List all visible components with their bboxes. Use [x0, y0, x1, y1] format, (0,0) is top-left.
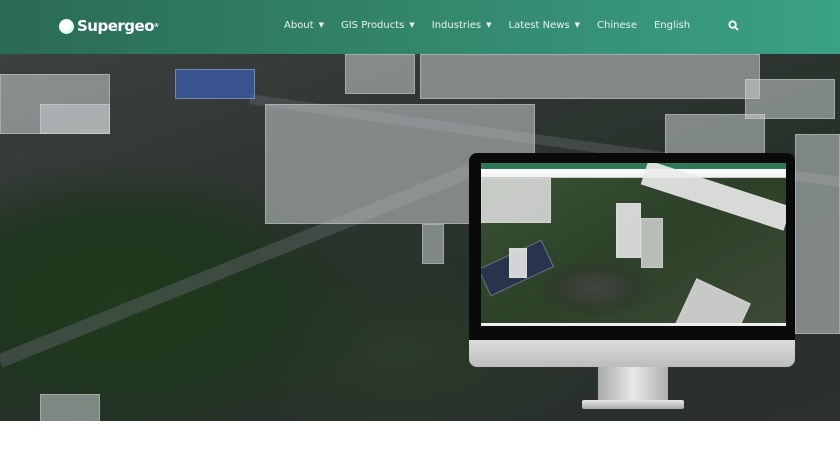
nav-label: English	[653, 20, 691, 31]
nav-label: Latest News	[508, 20, 570, 31]
nav-label: Chinese	[597, 20, 637, 31]
nav-label: GIS Products	[340, 20, 405, 31]
monitor-display	[469, 153, 795, 341]
chevron-down-icon: ▼	[574, 21, 581, 29]
building	[420, 54, 760, 99]
site-header: Supergeo ® About ▼ GIS Products ▼ Industrie…	[0, 0, 840, 54]
chevron-down-icon: ▼	[409, 21, 415, 29]
chevron-down-icon: ▼	[486, 21, 492, 29]
globe-icon	[59, 18, 74, 34]
monitor-base	[582, 400, 684, 409]
nav-latest-news[interactable]: Latest News ▼	[509, 20, 581, 31]
building	[481, 178, 551, 223]
building	[671, 278, 751, 326]
building	[641, 218, 663, 268]
building	[745, 79, 835, 119]
nav-label: Industries	[431, 20, 482, 31]
building	[509, 248, 527, 278]
3d-map-view	[481, 163, 786, 326]
software-screenshot	[481, 163, 786, 326]
app-statusbar	[481, 323, 786, 326]
nav-industries[interactable]: Industries ▼	[432, 20, 492, 31]
building	[40, 394, 100, 421]
monitor-chin	[469, 340, 795, 367]
supergeo-logo[interactable]: Supergeo ®	[59, 17, 159, 35]
monitor-stand	[598, 367, 668, 403]
main-nav: About ▼ GIS Products ▼ Industries ▼ Latest …	[284, 20, 690, 31]
nav-gis-products[interactable]: GIS Products ▼	[341, 20, 415, 31]
nav-label: About	[284, 20, 314, 31]
chevron-down-icon: ▼	[318, 21, 324, 29]
building	[422, 224, 444, 264]
registered-mark: ®	[154, 23, 159, 29]
nav-chinese[interactable]: Chinese	[597, 20, 637, 31]
building	[616, 203, 641, 258]
building	[345, 54, 415, 94]
building	[175, 69, 255, 99]
brand-name: Supergeo	[77, 17, 155, 35]
building	[40, 104, 110, 134]
building	[665, 114, 765, 154]
nav-about[interactable]: About ▼	[284, 20, 324, 31]
nav-english[interactable]: English	[654, 20, 690, 31]
search-icon[interactable]	[728, 20, 739, 31]
building	[795, 134, 840, 334]
